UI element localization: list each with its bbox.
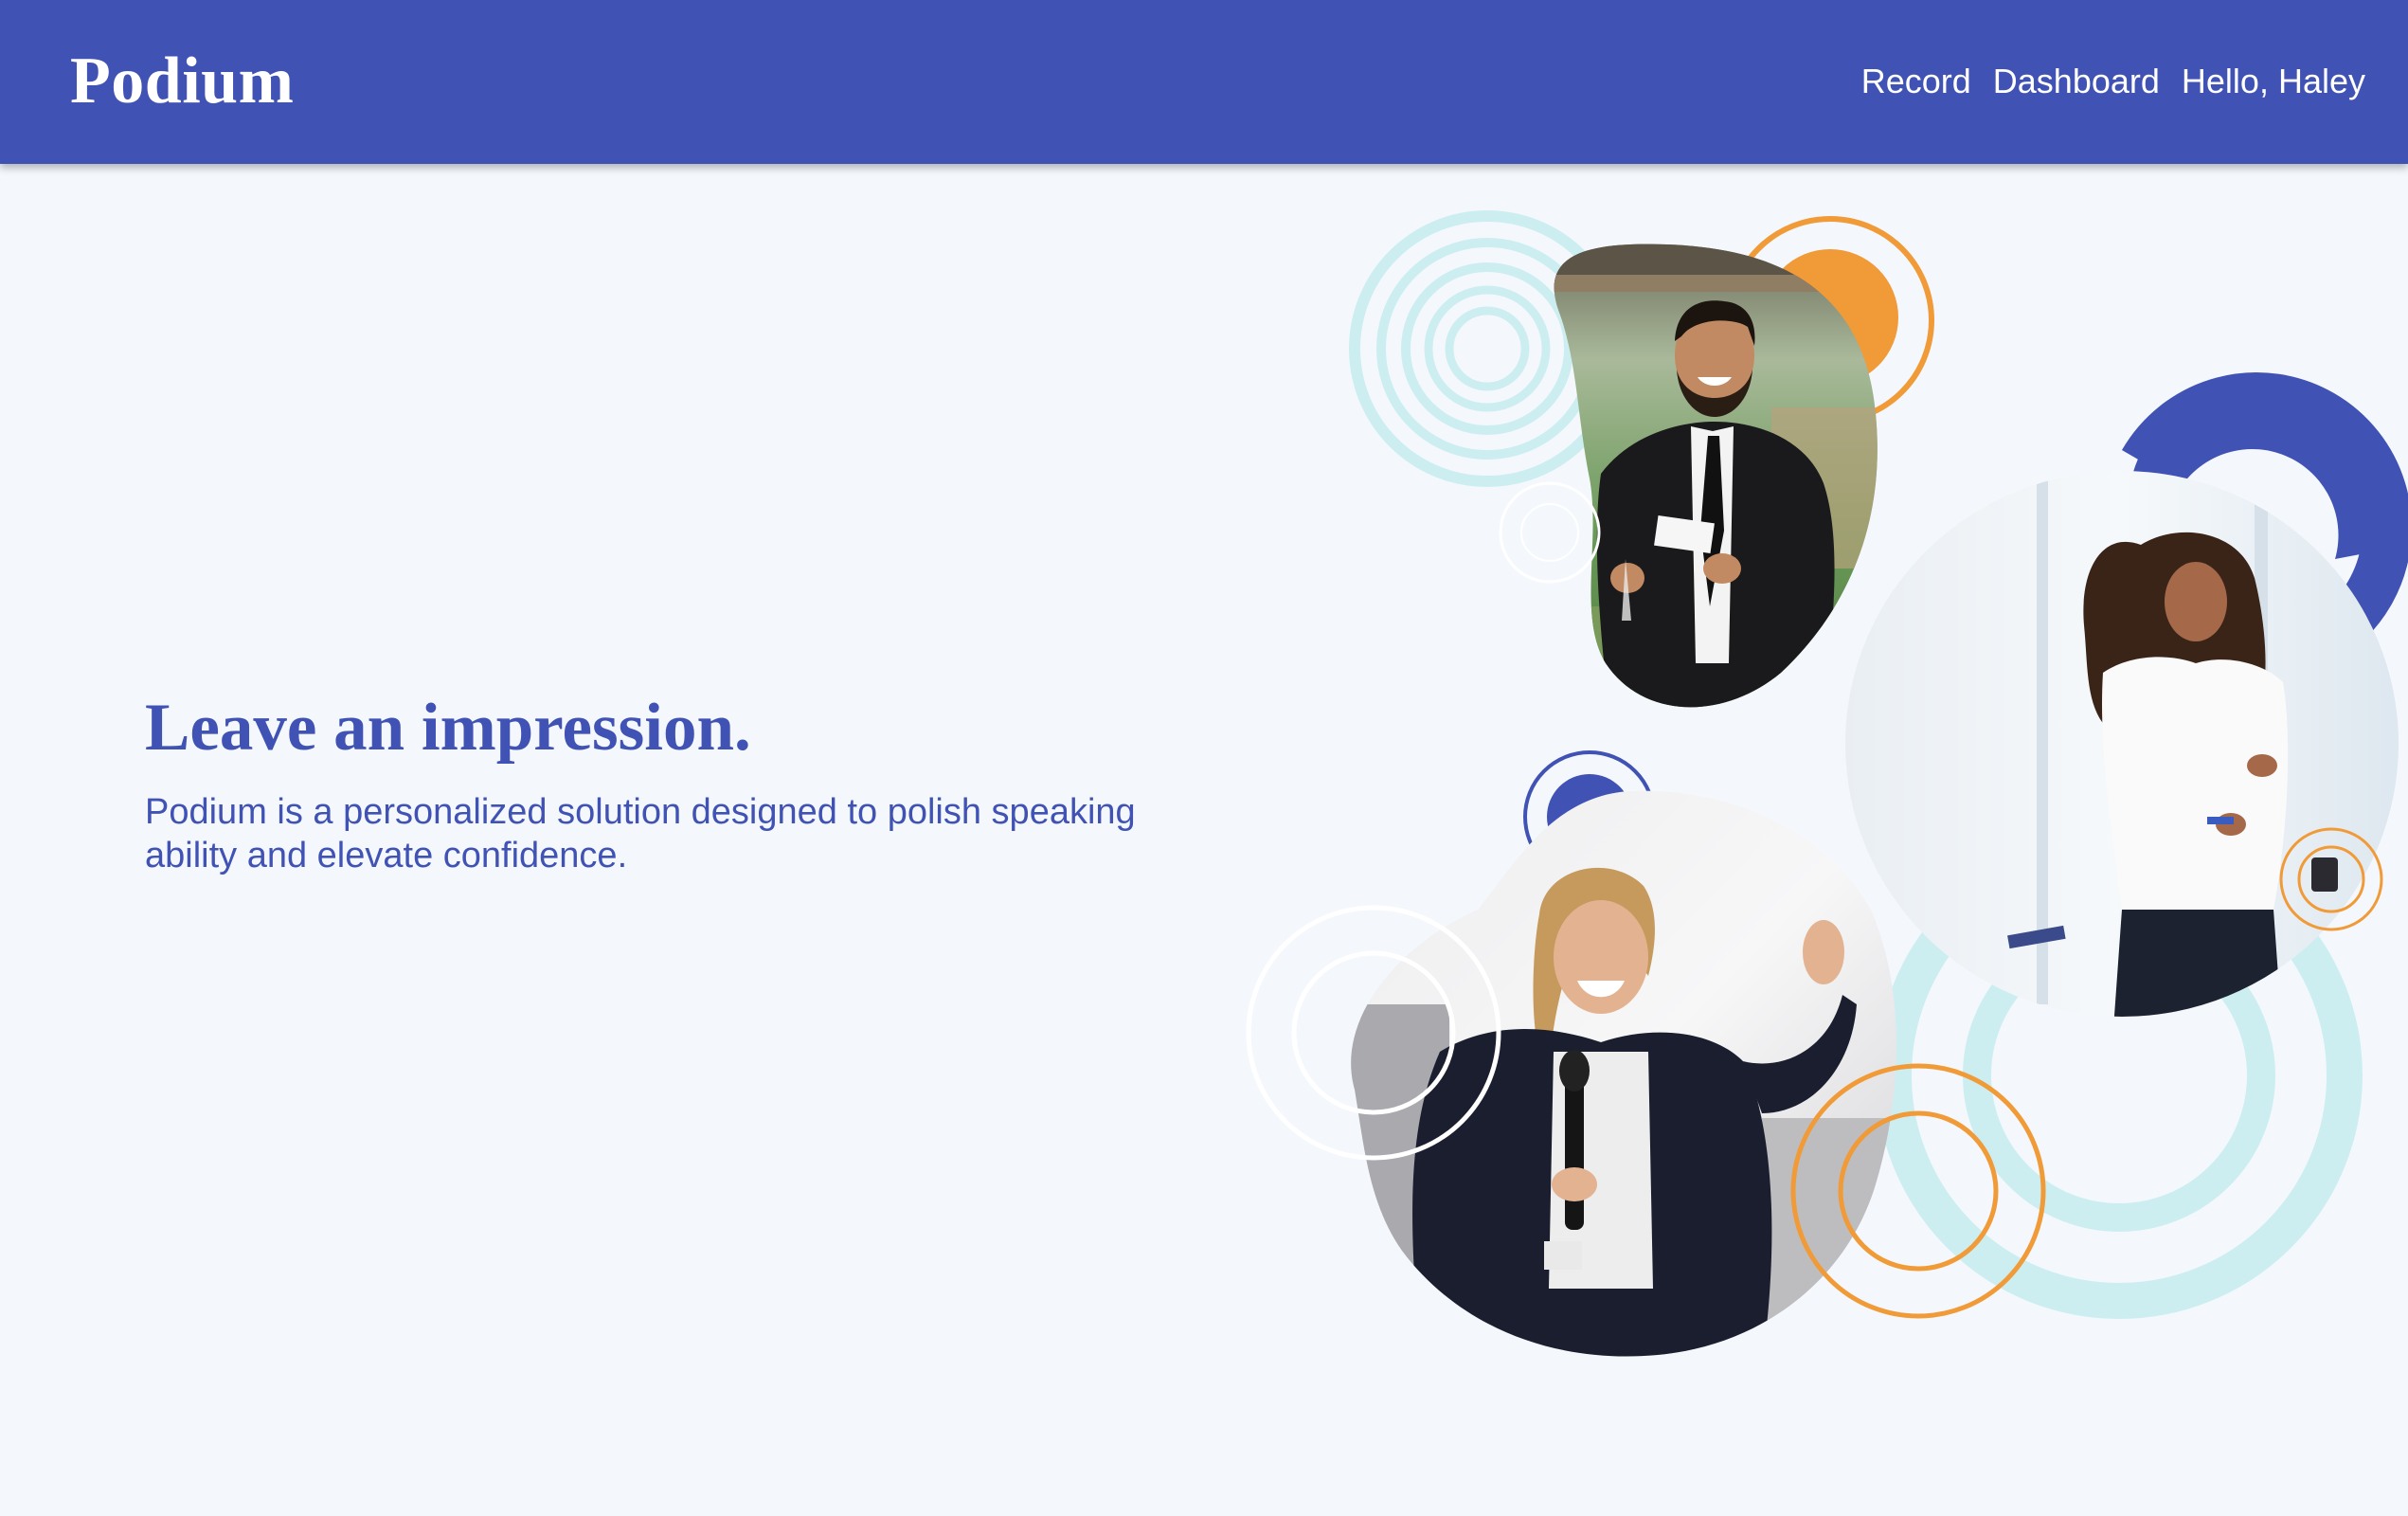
orange-ring-top — [1726, 216, 1934, 424]
hero-title: Leave an impression. — [145, 691, 751, 765]
nav-links: Record Dashboard Hello, Haley — [1861, 53, 2365, 110]
orange-rings-small — [2279, 827, 2383, 931]
nav-user-greeting[interactable]: Hello, Haley — [2182, 53, 2365, 110]
nav-dashboard-link[interactable]: Dashboard — [1993, 53, 2160, 110]
nav-record-link[interactable]: Record — [1861, 53, 1971, 110]
man-speaker-photo — [1554, 244, 1878, 708]
woman-microphone-photo — [1351, 790, 1896, 1357]
white-rings-large — [1246, 905, 1501, 1161]
brand-logo[interactable]: Podium — [70, 36, 294, 127]
top-navbar: Podium Record Dashboard Hello, Haley — [0, 0, 2408, 164]
orange-rings-bottom — [1790, 1063, 2046, 1319]
blue-arc — [2133, 378, 2392, 559]
hero-section: Leave an impression. Podium is a persona… — [145, 680, 1206, 877]
teal-rings-bottom — [1876, 832, 2363, 1319]
woman-presenter-photo — [1845, 471, 2399, 1017]
blue-disc-small — [1547, 774, 1632, 859]
orange-disc — [1762, 249, 1898, 386]
blue-ring-small — [1523, 750, 1656, 883]
white-rings-small — [1499, 481, 1601, 584]
hero-description: Podium is a personalized solution design… — [145, 792, 1136, 875]
teal-rings-top — [1349, 210, 1626, 487]
